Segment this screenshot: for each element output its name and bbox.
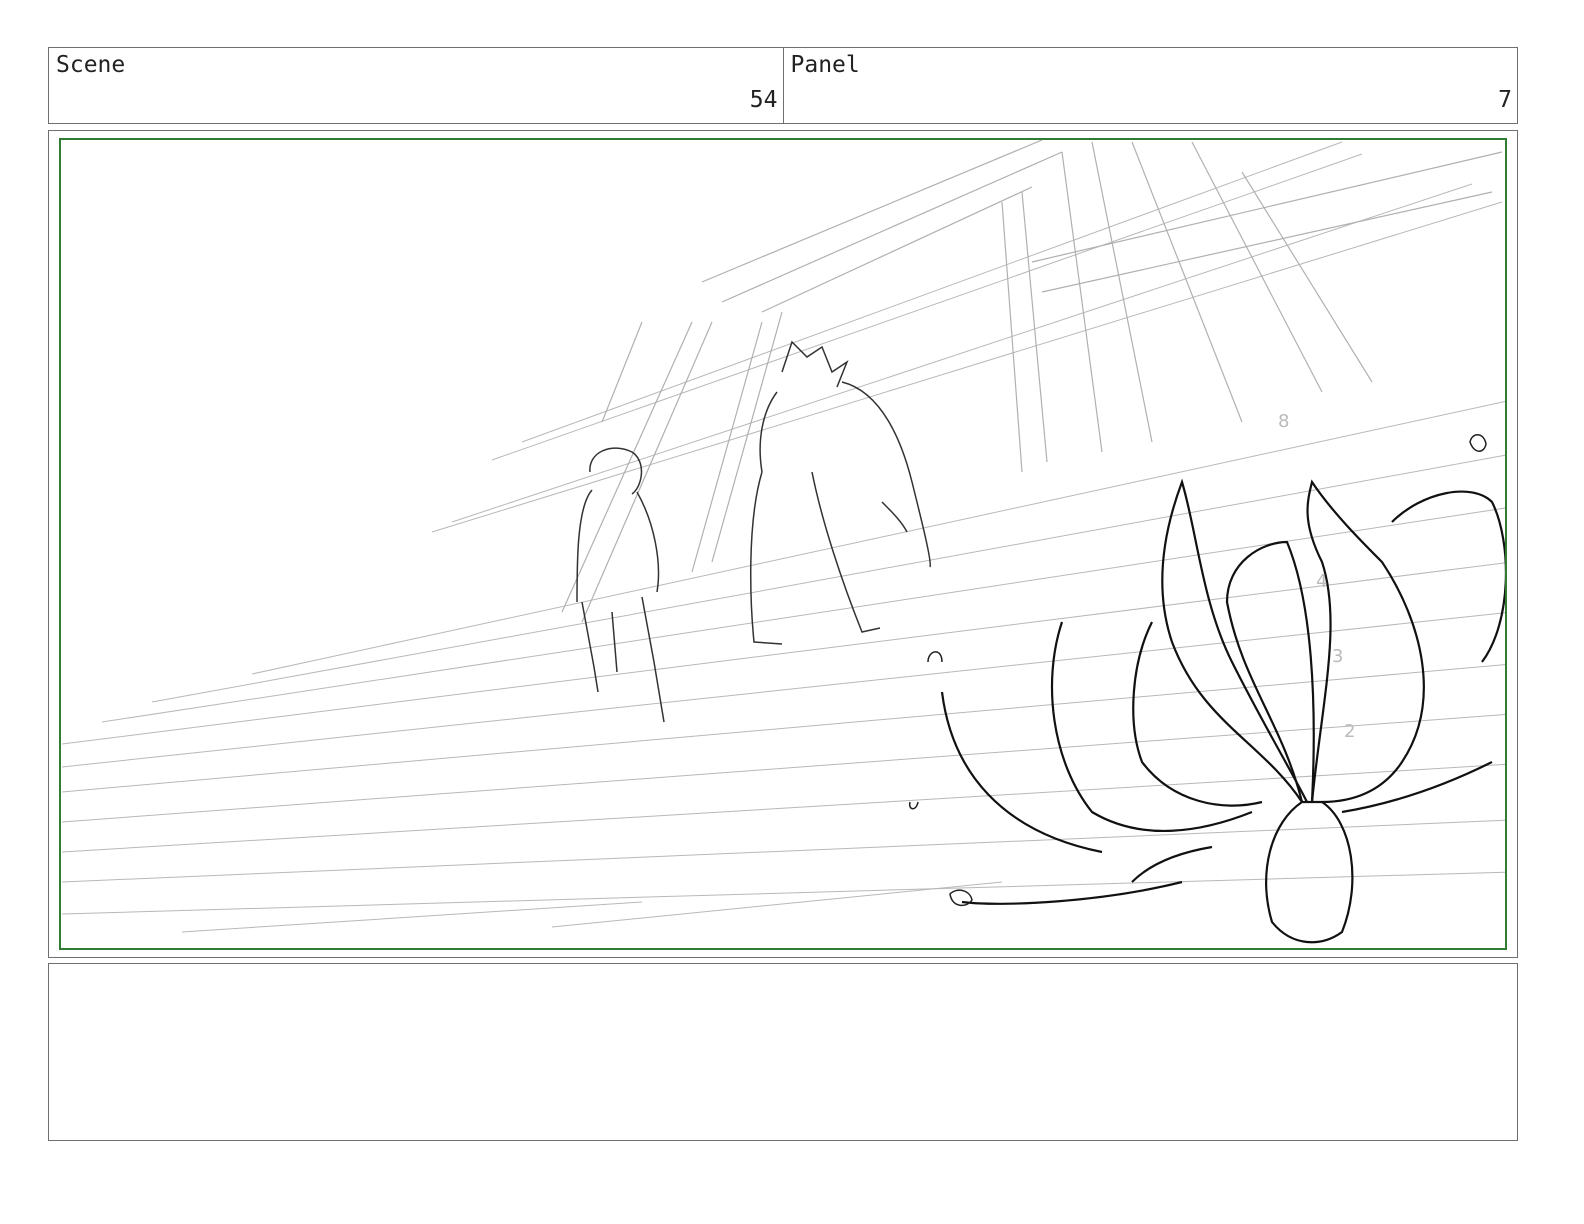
- sketch-svg: 4 3 2 8: [61, 140, 1505, 944]
- notes-box: [48, 963, 1518, 1141]
- temple-structure: [561, 140, 1503, 623]
- adult-figure: [749, 340, 931, 645]
- panel-cell: Panel 7: [782, 48, 1518, 123]
- child-figure: [576, 447, 665, 723]
- storyboard-drawing: 4 3 2 8: [59, 138, 1507, 950]
- scene-cell: Scene 54: [49, 48, 783, 123]
- svg-text:2: 2: [1344, 721, 1355, 742]
- panel-number: 7: [1498, 87, 1512, 113]
- scene-number: 54: [749, 87, 778, 113]
- panel-label: Panel: [790, 52, 860, 78]
- svg-text:8: 8: [1278, 411, 1289, 432]
- svg-text:4: 4: [1316, 571, 1327, 592]
- scene-label: Scene: [56, 52, 126, 78]
- step-numbers: 4 3 2 8: [1278, 411, 1355, 742]
- pebbles: [908, 434, 1487, 907]
- panel-header: Scene 54 Panel 7: [48, 47, 1518, 124]
- svg-text:3: 3: [1332, 646, 1343, 667]
